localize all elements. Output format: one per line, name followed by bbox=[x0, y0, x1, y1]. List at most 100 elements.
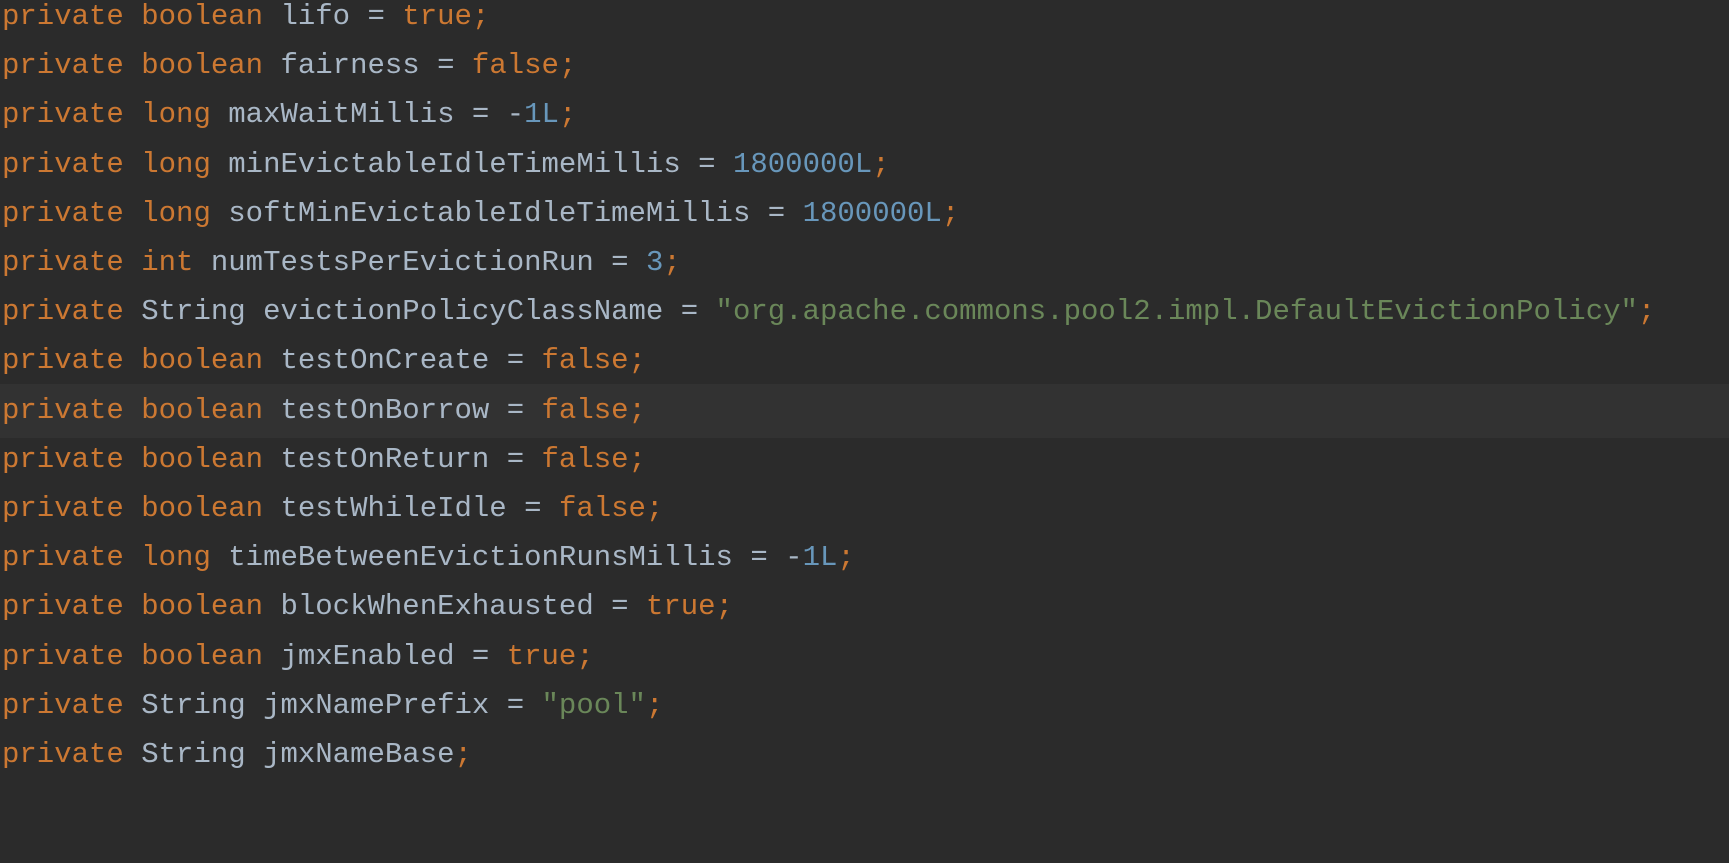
identifier-token: minEvictableIdleTimeMillis bbox=[228, 147, 681, 181]
code-line[interactable]: private long minEvictableIdleTimeMillis … bbox=[0, 138, 1729, 192]
operator-token bbox=[211, 541, 228, 574]
keyword-token: false bbox=[541, 393, 629, 427]
current-code-line[interactable]: private boolean testOnBorrow = false; bbox=[0, 383, 1729, 438]
keyword-token: true bbox=[645, 590, 716, 624]
operator-token: = bbox=[419, 49, 472, 83]
semicolon-token: ; bbox=[454, 738, 472, 771]
string-literal-token: "org.apache.commons.pool2.impl.DefaultEv… bbox=[715, 295, 1638, 329]
keyword-token: boolean bbox=[141, 0, 264, 33]
operator-token bbox=[211, 197, 228, 230]
keyword-token: int bbox=[141, 246, 194, 279]
operator-token bbox=[124, 590, 141, 623]
operator-token bbox=[263, 640, 280, 673]
keyword-token: private bbox=[2, 541, 124, 575]
operator-token: = bbox=[593, 590, 646, 624]
operator-token bbox=[246, 738, 263, 771]
code-line[interactable]: private boolean blockWhenExhausted = tru… bbox=[0, 580, 1729, 634]
operator-token bbox=[263, 590, 280, 623]
identifier-token: lifo bbox=[280, 0, 351, 33]
code-line[interactable]: private String jmxNameBase; bbox=[0, 728, 1729, 782]
operator-token bbox=[124, 394, 141, 427]
identifier-token: maxWaitMillis bbox=[228, 98, 455, 132]
keyword-token: long bbox=[141, 541, 211, 575]
semicolon-token: ; bbox=[1637, 295, 1656, 329]
code-line[interactable]: private boolean testOnReturn = false; bbox=[0, 433, 1729, 487]
keyword-token: private bbox=[2, 688, 124, 722]
keyword-token: private bbox=[2, 590, 124, 624]
code-line[interactable]: private long maxWaitMillis = -1L; bbox=[0, 88, 1729, 142]
code-line[interactable]: private boolean testWhileIdle = false; bbox=[0, 482, 1729, 536]
code-editor[interactable]: private boolean lifo = true; private bool… bbox=[0, 0, 1729, 863]
operator-token bbox=[263, 394, 280, 427]
code-line[interactable]: private long softMinEvictableIdleTimeMil… bbox=[0, 187, 1729, 241]
number-literal-token: 1800000L bbox=[732, 147, 873, 181]
operator-token bbox=[124, 344, 141, 377]
operator-token: = bbox=[489, 344, 542, 378]
keyword-token: private bbox=[2, 147, 124, 181]
identifier-token: testOnBorrow bbox=[280, 393, 490, 427]
keyword-token: boolean bbox=[141, 492, 264, 525]
operator-token: = bbox=[663, 295, 716, 329]
identifier-token: jmxNamePrefix bbox=[263, 688, 490, 722]
operator-token: = bbox=[750, 196, 803, 230]
keyword-token: private bbox=[2, 738, 124, 771]
keyword-token: private bbox=[2, 246, 124, 279]
operator-token bbox=[124, 148, 141, 181]
keyword-token: false bbox=[471, 49, 559, 83]
keyword-token: true bbox=[506, 639, 577, 673]
operator-token: = bbox=[506, 492, 559, 525]
identifier-token: jmxEnabled bbox=[280, 639, 455, 673]
semicolon-token: ; bbox=[837, 541, 855, 575]
operator-token: = bbox=[680, 147, 733, 181]
keyword-token: true bbox=[402, 0, 472, 33]
keyword-token: private bbox=[2, 442, 124, 476]
code-line[interactable]: private boolean jmxEnabled = true; bbox=[0, 630, 1729, 684]
semicolon-token: ; bbox=[663, 246, 681, 279]
keyword-token: long bbox=[141, 98, 211, 132]
keyword-token: boolean bbox=[141, 639, 264, 673]
operator-token: = bbox=[489, 393, 542, 427]
type-name-token: String bbox=[141, 688, 246, 722]
semicolon-token: ; bbox=[628, 393, 646, 427]
number-literal-token: 1800000L bbox=[802, 196, 942, 230]
keyword-token: private bbox=[2, 295, 124, 329]
code-line[interactable]: private String evictionPolicyClassName =… bbox=[0, 285, 1729, 339]
keyword-token: private bbox=[2, 492, 124, 525]
keyword-token: private bbox=[2, 393, 124, 427]
code-line[interactable]: private boolean testOnCreate = false; bbox=[0, 334, 1729, 388]
keyword-token: private bbox=[2, 0, 124, 33]
keyword-token: private bbox=[2, 98, 124, 132]
operator-token: = - bbox=[454, 98, 525, 132]
semicolon-token: ; bbox=[576, 639, 594, 673]
operator-token bbox=[124, 49, 141, 82]
keyword-token: boolean bbox=[141, 393, 264, 427]
keyword-token: boolean bbox=[141, 442, 264, 476]
identifier-token: testWhileIdle bbox=[280, 492, 507, 525]
operator-token: = bbox=[489, 688, 542, 722]
keyword-token: private bbox=[2, 639, 124, 673]
keyword-token: private bbox=[2, 49, 124, 83]
code-line[interactable]: private boolean fairness = false; bbox=[0, 39, 1729, 93]
identifier-token: numTestsPerEvictionRun bbox=[210, 246, 594, 279]
keyword-token: false bbox=[558, 492, 646, 525]
code-line[interactable]: private int numTestsPerEvictionRun = 3; bbox=[0, 236, 1729, 290]
operator-token: = bbox=[350, 0, 403, 33]
number-literal-token: 3 bbox=[645, 246, 664, 279]
keyword-token: boolean bbox=[141, 590, 264, 624]
identifier-token: jmxNameBase bbox=[263, 738, 455, 771]
operator-token bbox=[211, 148, 228, 181]
semicolon-token: ; bbox=[715, 590, 733, 624]
operator-token bbox=[124, 443, 141, 476]
code-line[interactable]: private String jmxNamePrefix = "pool"; bbox=[0, 679, 1729, 733]
operator-token: = bbox=[454, 639, 507, 673]
operator-token bbox=[263, 49, 280, 82]
identifier-token: fairness bbox=[280, 49, 420, 83]
operator-token bbox=[193, 246, 210, 279]
keyword-token: false bbox=[541, 344, 629, 378]
operator-token bbox=[124, 492, 141, 525]
code-line[interactable]: private long timeBetweenEvictionRunsMill… bbox=[0, 531, 1729, 585]
operator-token bbox=[124, 541, 141, 574]
code-line[interactable]: private boolean lifo = true; bbox=[0, 0, 1729, 44]
semicolon-token: ; bbox=[645, 492, 664, 525]
keyword-token: private bbox=[2, 344, 124, 378]
